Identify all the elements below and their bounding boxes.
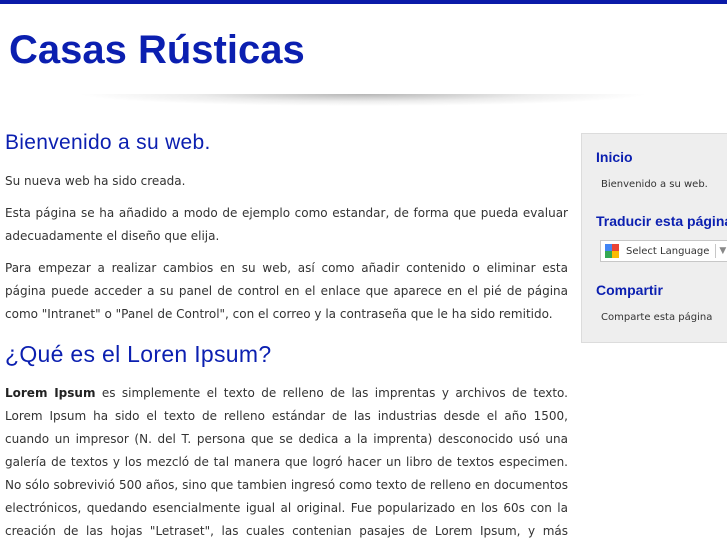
welcome-heading: Bienvenido a su web. (5, 131, 211, 154)
site-header: Casas Rústicas (0, 4, 727, 96)
chevron-down-icon[interactable]: ▼ (719, 246, 726, 256)
intro-paragraph: Su nueva web ha sido creada. (5, 174, 186, 188)
lorem-paragraph: Lorem Ipsum es simplemente el texto de r… (5, 382, 568, 545)
example-paragraph: Esta página se ha añadido a modo de ejem… (5, 206, 568, 243)
site-title[interactable]: Casas Rústicas (9, 26, 305, 74)
sidebar-heading-inicio: Inicio (596, 149, 633, 165)
language-select-separator (715, 244, 717, 258)
lorem-bold: Lorem Ipsum (5, 386, 96, 400)
sidebar: Inicio Bienvenido a su web. Traducir est… (581, 133, 727, 343)
sidebar-heading-translate: Traducir esta página (596, 213, 727, 229)
language-select-label: Select Language (626, 245, 710, 257)
lorem-heading: ¿Qué es el Loren Ipsum? (5, 341, 272, 367)
language-select[interactable]: Select Language ▼ (600, 240, 727, 262)
main-content: Bienvenido a su web. Su nueva web ha sid… (5, 128, 568, 545)
header-shadow (0, 94, 727, 110)
sidebar-link-welcome[interactable]: Bienvenido a su web. (601, 179, 708, 190)
sidebar-heading-share: Compartir (596, 282, 663, 298)
google-translate-icon (605, 244, 619, 258)
lorem-text: es simplemente el texto de relleno de la… (5, 386, 568, 538)
sidebar-link-share[interactable]: Comparte esta página (601, 312, 712, 323)
changes-paragraph: Para empezar a realizar cambios en su we… (5, 261, 568, 321)
page: Casas Rústicas Bienvenido a su web. Su n… (0, 0, 727, 545)
